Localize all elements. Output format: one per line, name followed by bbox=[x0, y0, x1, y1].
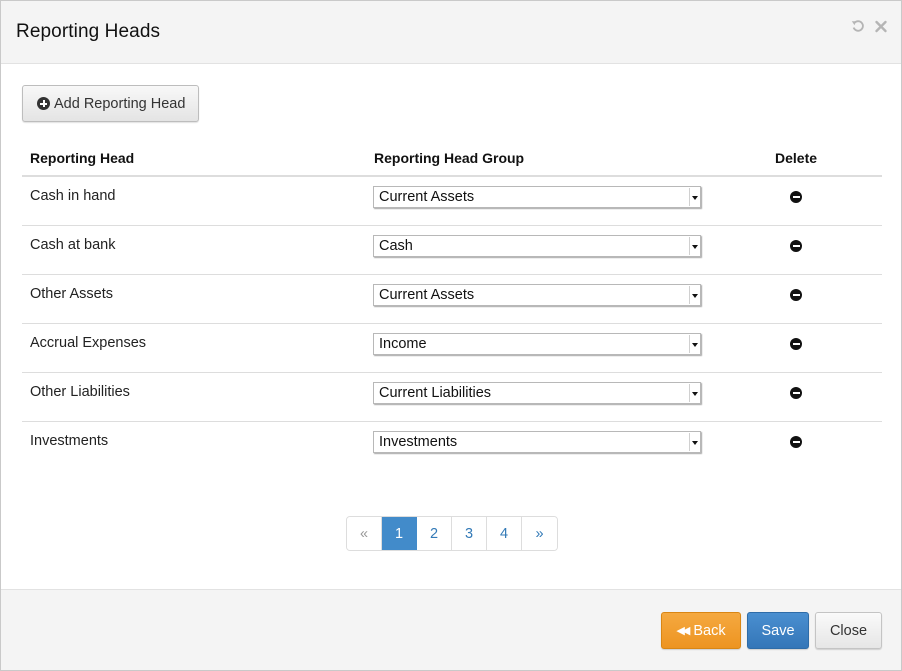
delete-icon[interactable] bbox=[790, 436, 802, 448]
table-row: Other Liabilities Current Liabilities bbox=[22, 373, 882, 422]
table-row: Cash in hand Current Assets bbox=[22, 177, 882, 226]
group-select[interactable]: Cash bbox=[373, 235, 701, 257]
delete-icon[interactable] bbox=[790, 387, 802, 399]
pagination-next[interactable]: » bbox=[522, 517, 557, 550]
group-select-value: Current Assets bbox=[379, 287, 475, 303]
column-header-group: Reporting Head Group bbox=[374, 150, 525, 166]
delete-icon[interactable] bbox=[790, 338, 802, 350]
dropdown-caret-icon bbox=[689, 384, 699, 402]
back-button[interactable]: ◀◀ Back bbox=[661, 612, 741, 649]
group-select[interactable]: Current Assets bbox=[373, 186, 701, 208]
group-select-value: Income bbox=[379, 336, 427, 352]
column-header-reporting-head: Reporting Head bbox=[30, 150, 135, 166]
group-select-value: Investments bbox=[379, 434, 458, 450]
group-select[interactable]: Current Liabilities bbox=[373, 382, 701, 404]
reporting-head-name: Other Assets bbox=[30, 286, 114, 302]
delete-icon[interactable] bbox=[790, 240, 802, 252]
fast-backward-icon: ◀◀ bbox=[676, 625, 690, 637]
reporting-heads-modal: Reporting Heads Add Reporting Head Repor… bbox=[0, 0, 902, 671]
plus-circle-icon bbox=[37, 97, 50, 110]
pagination-page-3[interactable]: 3 bbox=[452, 517, 487, 550]
group-select[interactable]: Income bbox=[373, 333, 701, 355]
group-select[interactable]: Current Assets bbox=[373, 284, 701, 306]
table-row: Other Assets Current Assets bbox=[22, 275, 882, 324]
dropdown-caret-icon bbox=[689, 237, 699, 255]
modal-title: Reporting Heads bbox=[16, 21, 161, 42]
reporting-head-name: Accrual Expenses bbox=[30, 335, 147, 351]
pagination-page-1[interactable]: 1 bbox=[382, 517, 417, 550]
table-row: Investments Investments bbox=[22, 422, 882, 471]
reporting-head-name: Investments bbox=[30, 433, 109, 449]
group-select[interactable]: Investments bbox=[373, 431, 701, 453]
table-header: Reporting Head Reporting Head Group Dele… bbox=[22, 139, 882, 177]
dropdown-caret-icon bbox=[689, 188, 699, 206]
dropdown-caret-icon bbox=[689, 335, 699, 353]
save-button[interactable]: Save bbox=[747, 612, 809, 649]
delete-icon[interactable] bbox=[790, 191, 802, 203]
reset-icon[interactable] bbox=[851, 18, 865, 34]
table-row: Accrual Expenses Income bbox=[22, 324, 882, 373]
reporting-heads-table: Reporting Head Reporting Head Group Dele… bbox=[22, 139, 882, 471]
add-reporting-head-button[interactable]: Add Reporting Head bbox=[22, 85, 200, 122]
save-button-label: Save bbox=[761, 622, 795, 639]
modal-footer: ◀◀ Back Save Close bbox=[1, 589, 901, 670]
pagination-page-2[interactable]: 2 bbox=[417, 517, 452, 550]
dropdown-caret-icon bbox=[689, 433, 699, 451]
dropdown-caret-icon bbox=[689, 286, 699, 304]
table-row: Cash at bank Cash bbox=[22, 226, 882, 275]
reporting-head-name: Cash at bank bbox=[30, 237, 116, 253]
pagination: « 1 2 3 4 » bbox=[346, 516, 558, 551]
column-header-delete: Delete bbox=[775, 150, 818, 166]
add-reporting-head-label: Add Reporting Head bbox=[54, 95, 186, 112]
group-select-value: Cash bbox=[379, 238, 413, 254]
group-select-value: Current Liabilities bbox=[379, 385, 492, 401]
pagination-page-4[interactable]: 4 bbox=[487, 517, 522, 550]
close-button-label: Close bbox=[829, 622, 868, 639]
close-button[interactable]: Close bbox=[815, 612, 882, 649]
modal-header: Reporting Heads bbox=[1, 1, 901, 64]
reporting-head-name: Other Liabilities bbox=[30, 384, 130, 400]
back-button-label: Back bbox=[693, 622, 726, 639]
delete-icon[interactable] bbox=[790, 289, 802, 301]
reporting-head-name: Cash in hand bbox=[30, 188, 116, 204]
group-select-value: Current Assets bbox=[379, 189, 475, 205]
close-icon[interactable] bbox=[874, 18, 888, 34]
pagination-prev[interactable]: « bbox=[347, 517, 382, 550]
